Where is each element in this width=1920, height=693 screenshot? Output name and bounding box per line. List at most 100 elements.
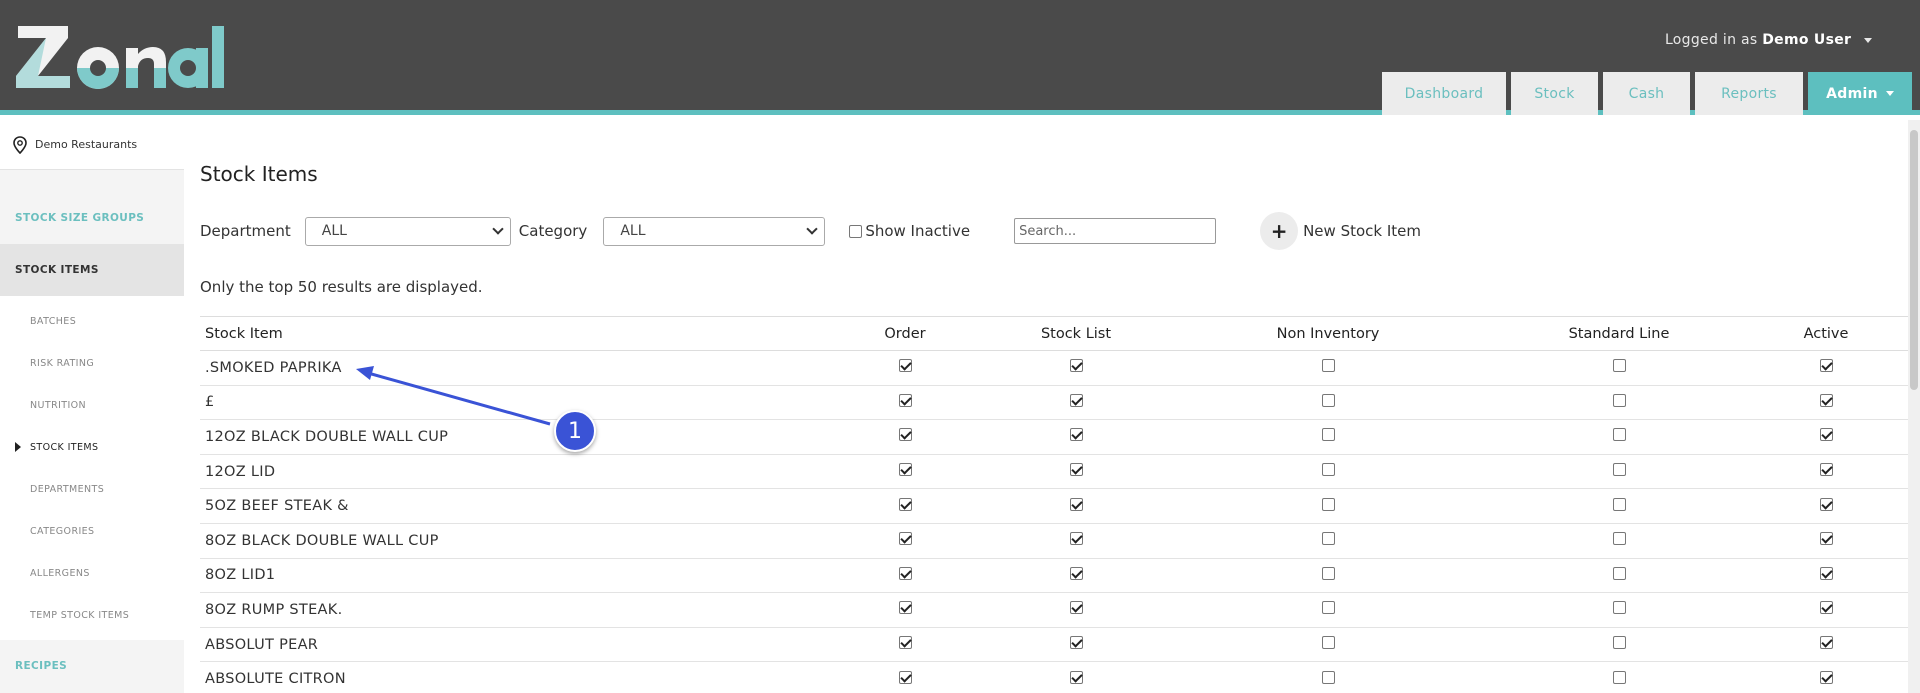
stock-item-name[interactable]: 5OZ BEEF STEAK & (200, 488, 820, 524)
active-checkbox[interactable] (1819, 566, 1833, 580)
table-row[interactable]: 12OZ LID (200, 454, 1908, 490)
active-checkbox[interactable] (1819, 532, 1833, 546)
location-selector[interactable]: Demo Restaurants (0, 120, 184, 170)
non-inventory-checkbox[interactable] (1321, 601, 1335, 615)
table-row[interactable]: ABSOLUT PEAR (200, 627, 1908, 663)
column-header-stock-item[interactable]: Stock Item (200, 316, 820, 351)
sidebar-subitem-departments[interactable]: DEPARTMENTS (0, 468, 184, 510)
column-header-stock-list[interactable]: Stock List (990, 316, 1162, 351)
active-checkbox[interactable] (1819, 670, 1833, 684)
table-row[interactable]: 12OZ BLACK DOUBLE WALL CUP (200, 419, 1908, 455)
tab-dashboard[interactable]: Dashboard (1382, 72, 1506, 115)
sidebar-item-stock-size-groups[interactable]: STOCK SIZE GROUPS (0, 192, 184, 244)
sidebar-item-recipes[interactable]: RECIPES (0, 640, 184, 692)
standard-line-checkbox[interactable] (1612, 359, 1626, 373)
stock-item-name[interactable]: 12OZ BLACK DOUBLE WALL CUP (200, 419, 820, 455)
non-inventory-checkbox[interactable] (1321, 532, 1335, 546)
order-checkbox[interactable] (898, 393, 912, 407)
page-scrollbar[interactable] (1908, 120, 1920, 693)
order-checkbox[interactable] (898, 670, 912, 684)
active-checkbox[interactable] (1819, 636, 1833, 650)
order-checkbox[interactable] (898, 636, 912, 650)
order-checkbox[interactable] (898, 566, 912, 580)
stock-item-name[interactable]: ABSOLUTE CITRON (200, 661, 820, 693)
tab-stock[interactable]: Stock (1511, 72, 1598, 115)
non-inventory-checkbox[interactable] (1321, 670, 1335, 684)
active-checkbox[interactable] (1819, 428, 1833, 442)
stock-list-checkbox[interactable] (1069, 670, 1083, 684)
tab-cash[interactable]: Cash (1603, 72, 1690, 115)
zonal-logo[interactable] (16, 24, 226, 90)
stock-list-checkbox[interactable] (1069, 463, 1083, 477)
non-inventory-checkbox[interactable] (1321, 393, 1335, 407)
stock-list-checkbox[interactable] (1069, 636, 1083, 650)
sidebar-subitem-batches[interactable]: BATCHES (0, 300, 184, 342)
active-checkbox[interactable] (1819, 393, 1833, 407)
sidebar-item-stock-items[interactable]: STOCK ITEMS (0, 244, 184, 296)
order-checkbox[interactable] (898, 497, 912, 511)
category-select[interactable]: ALL (603, 216, 826, 246)
column-header-standard-line[interactable]: Standard Line (1494, 316, 1744, 351)
stock-item-name[interactable]: 8OZ BLACK DOUBLE WALL CUP (200, 523, 820, 559)
stock-list-checkbox[interactable] (1069, 566, 1083, 580)
order-checkbox[interactable] (898, 601, 912, 615)
column-header-order[interactable]: Order (820, 316, 990, 351)
active-checkbox[interactable] (1819, 601, 1833, 615)
show-inactive-checkbox[interactable] (849, 224, 863, 238)
standard-line-checkbox[interactable] (1612, 532, 1626, 546)
sidebar-subitem-stock-items[interactable]: STOCK ITEMS (0, 426, 184, 468)
standard-line-checkbox[interactable] (1612, 566, 1626, 580)
non-inventory-checkbox[interactable] (1321, 463, 1335, 477)
order-checkbox[interactable] (898, 532, 912, 546)
standard-line-checkbox[interactable] (1612, 636, 1626, 650)
active-checkbox[interactable] (1819, 463, 1833, 477)
active-checkbox[interactable] (1819, 359, 1833, 373)
non-inventory-checkbox[interactable] (1321, 497, 1335, 511)
order-checkbox[interactable] (898, 359, 912, 373)
stock-list-checkbox[interactable] (1069, 359, 1083, 373)
stock-item-name[interactable]: .SMOKED PAPRIKA (200, 350, 820, 386)
non-inventory-checkbox[interactable] (1321, 636, 1335, 650)
non-inventory-checkbox[interactable] (1321, 428, 1335, 442)
sidebar-subitem-categories[interactable]: CATEGORIES (0, 510, 184, 552)
table-row[interactable]: .SMOKED PAPRIKA (200, 350, 1908, 386)
standard-line-checkbox[interactable] (1612, 601, 1626, 615)
standard-line-checkbox[interactable] (1612, 428, 1626, 442)
stock-item-name[interactable]: 8OZ LID1 (200, 558, 820, 594)
stock-item-name[interactable]: 12OZ LID (200, 454, 820, 490)
department-select[interactable]: ALL (304, 216, 511, 246)
non-inventory-checkbox[interactable] (1321, 566, 1335, 580)
stock-item-name[interactable]: 8OZ RUMP STEAK. (200, 592, 820, 628)
order-checkbox[interactable] (898, 463, 912, 477)
table-row[interactable]: £ (200, 385, 1908, 421)
sidebar-subitem-allergens[interactable]: ALLERGENS (0, 552, 184, 594)
table-row[interactable]: 5OZ BEEF STEAK & (200, 488, 1908, 524)
table-row[interactable]: 8OZ RUMP STEAK. (200, 592, 1908, 628)
column-header-active[interactable]: Active (1744, 316, 1908, 351)
column-header-non-inventory[interactable]: Non Inventory (1162, 316, 1494, 351)
logged-in-user-menu[interactable]: Logged in as Demo User (1665, 32, 1872, 48)
stock-list-checkbox[interactable] (1069, 532, 1083, 546)
order-checkbox[interactable] (898, 428, 912, 442)
stock-list-checkbox[interactable] (1069, 393, 1083, 407)
standard-line-checkbox[interactable] (1612, 393, 1626, 407)
stock-item-name[interactable]: £ (200, 385, 820, 421)
active-checkbox[interactable] (1819, 497, 1833, 511)
standard-line-checkbox[interactable] (1612, 463, 1626, 477)
scrollbar-thumb[interactable] (1910, 130, 1918, 390)
non-inventory-checkbox[interactable] (1321, 359, 1335, 373)
stock-list-checkbox[interactable] (1069, 601, 1083, 615)
table-row[interactable]: 8OZ BLACK DOUBLE WALL CUP (200, 523, 1908, 559)
standard-line-checkbox[interactable] (1612, 670, 1626, 684)
stock-list-checkbox[interactable] (1069, 428, 1083, 442)
table-row[interactable]: ABSOLUTE CITRON (200, 661, 1908, 693)
sidebar-subitem-temp-stock-items[interactable]: TEMP STOCK ITEMS (0, 594, 184, 636)
sidebar-subitem-nutrition[interactable]: NUTRITION (0, 384, 184, 426)
stock-item-name[interactable]: ABSOLUT PEAR (200, 627, 820, 663)
tab-reports[interactable]: Reports (1695, 72, 1803, 115)
search-input[interactable]: Search... (1014, 218, 1217, 244)
table-row[interactable]: 8OZ LID1 (200, 558, 1908, 594)
tab-admin[interactable]: Admin (1808, 72, 1912, 115)
stock-list-checkbox[interactable] (1069, 497, 1083, 511)
sidebar-subitem-risk-rating[interactable]: RISK RATING (0, 342, 184, 384)
